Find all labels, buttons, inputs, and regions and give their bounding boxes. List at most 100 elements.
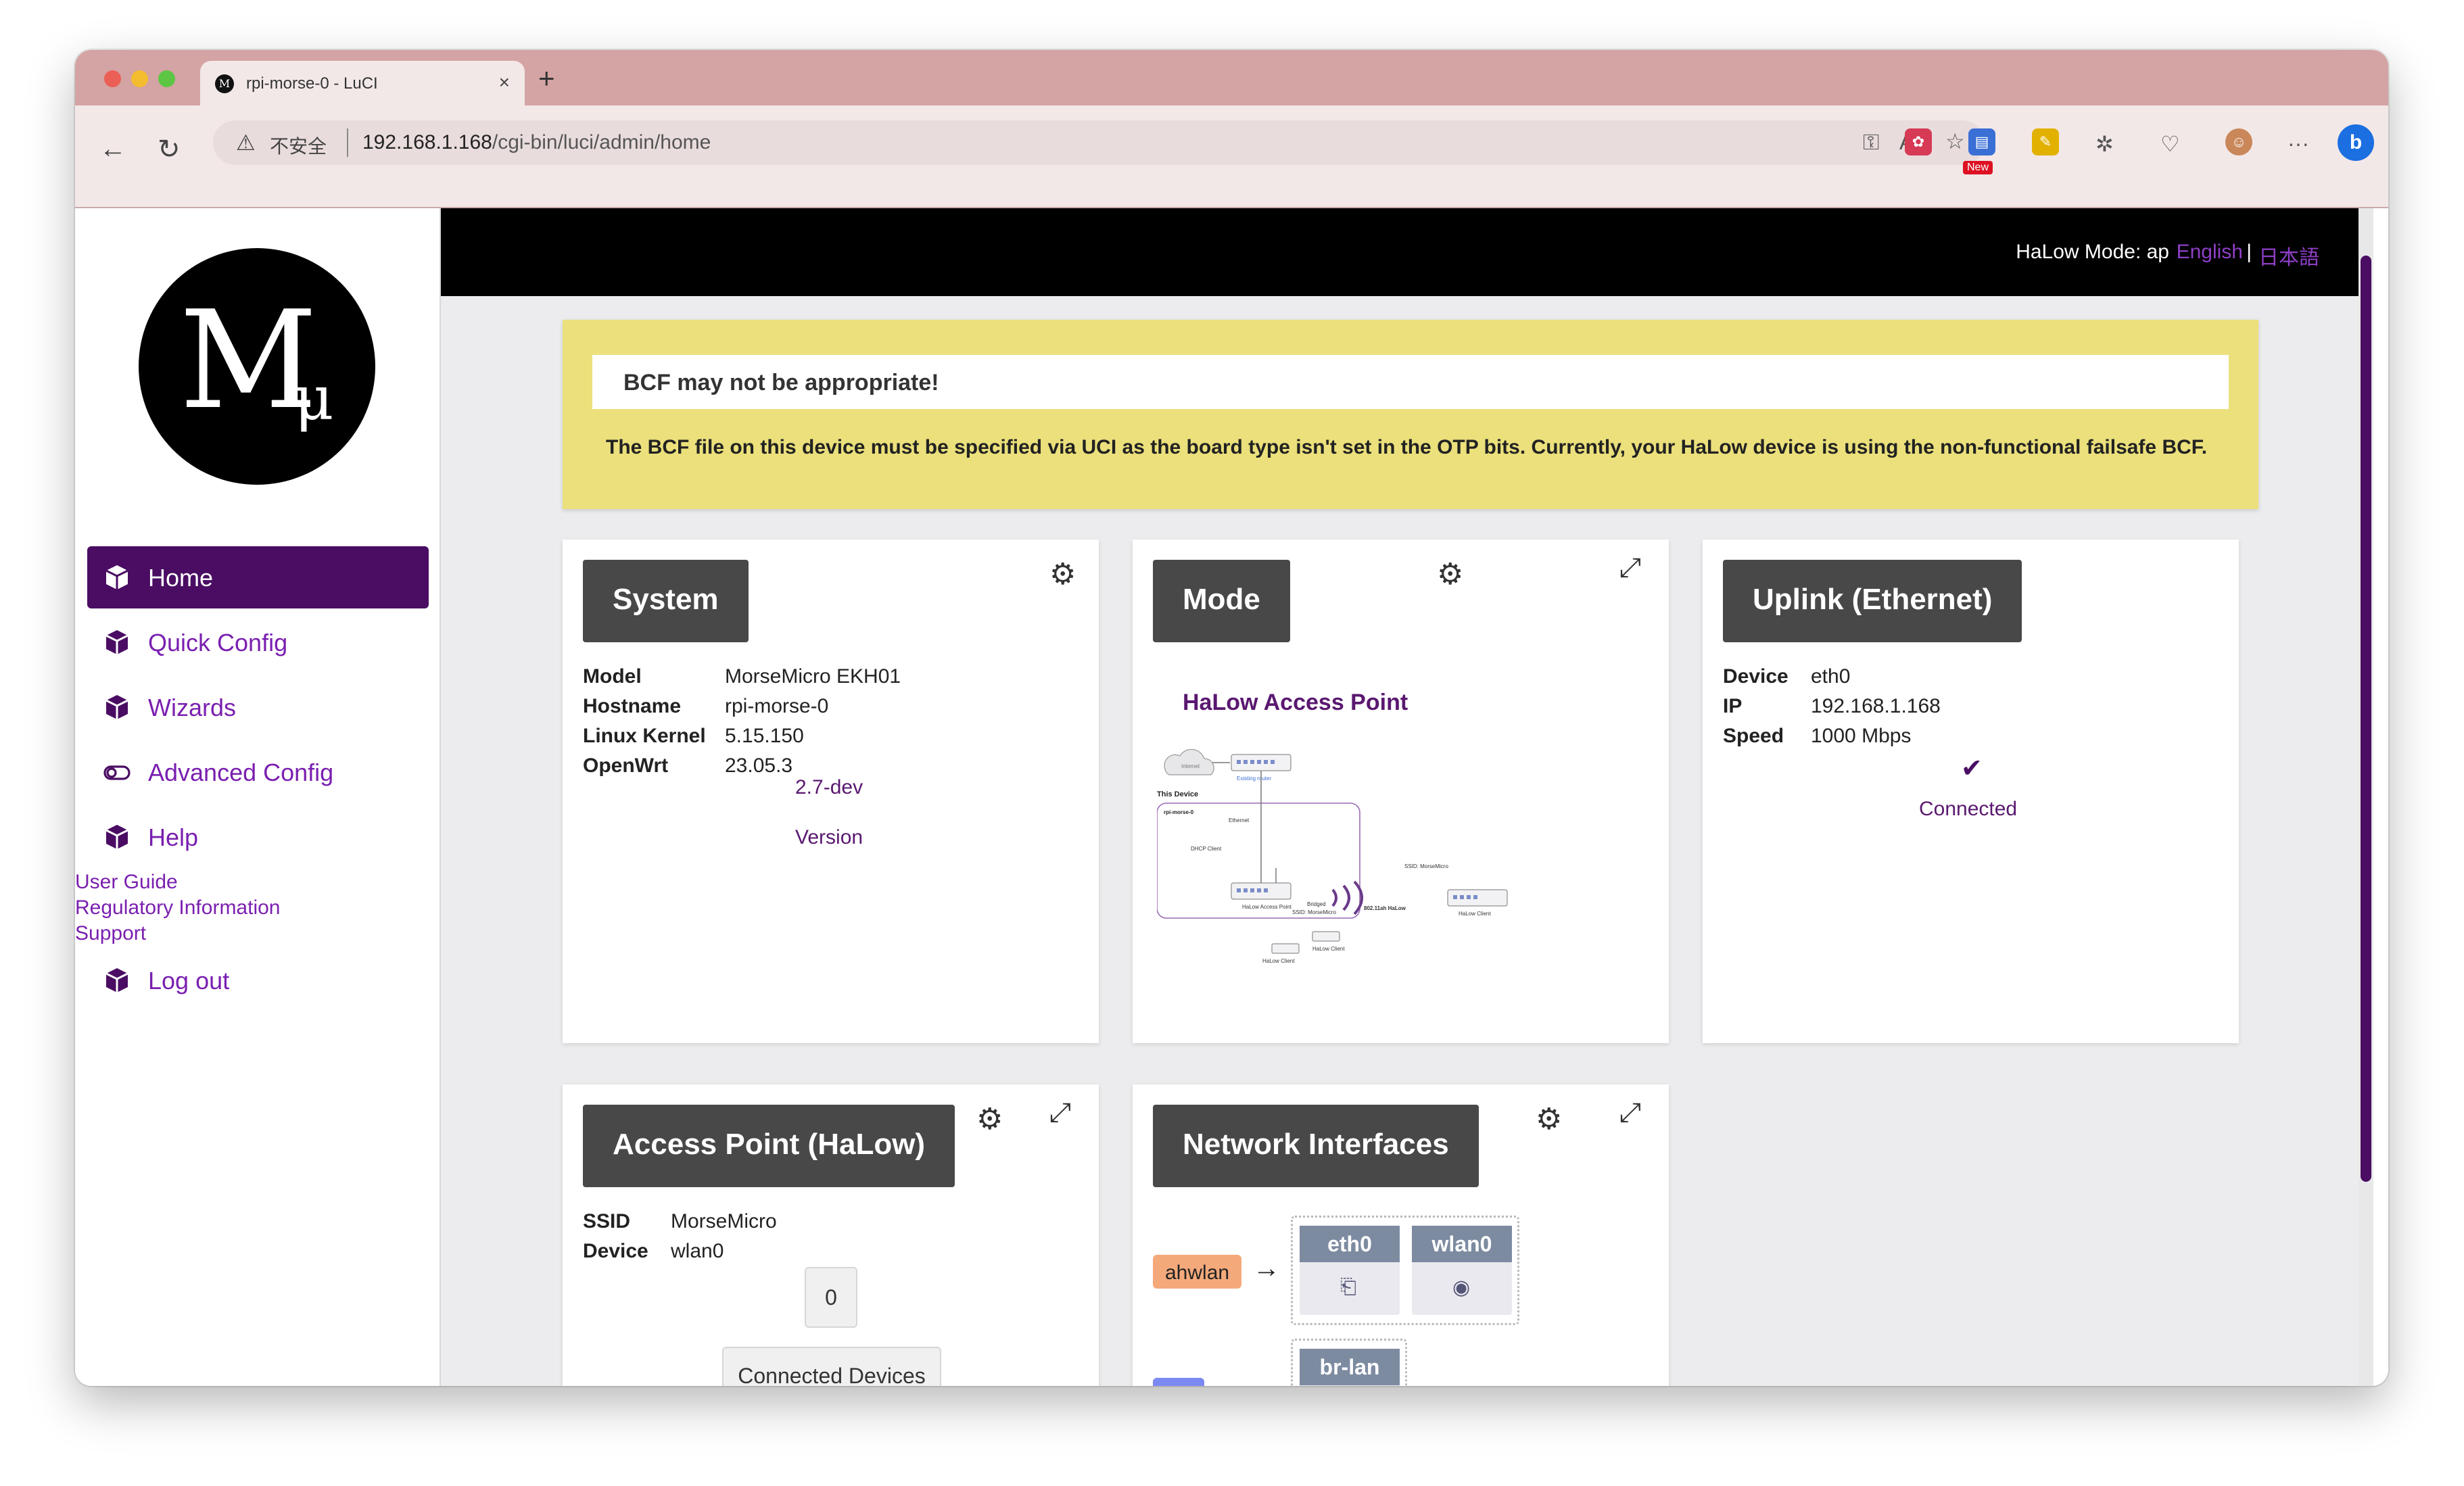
sidebar-item-quick-config[interactable]: Quick Config <box>87 611 429 673</box>
bcf-alert: BCF may not be appropriate! The BCF file… <box>563 320 2258 509</box>
interface-name: eth0 <box>1300 1226 1400 1262</box>
sidebar-item-label: Wizards <box>148 694 237 721</box>
expand-icon[interactable]: ⤢ <box>1619 553 1641 583</box>
sidebar-item-help[interactable]: Help <box>87 806 429 868</box>
uplink-speed-key: Speed <box>1723 725 1784 747</box>
zoom-window-button[interactable] <box>158 70 175 87</box>
new-badge: New <box>1963 161 1993 174</box>
tab-close-icon[interactable]: × <box>499 72 510 93</box>
close-window-button[interactable] <box>104 70 121 87</box>
system-hostname-key: Hostname <box>583 695 682 717</box>
cube-icon <box>105 630 128 654</box>
connected-devices-button[interactable]: Connected Devices <box>722 1347 941 1386</box>
tab-title: rpi-morse-0 - LuCI <box>246 74 378 93</box>
card-title: Uplink (Ethernet) <box>1723 560 2022 642</box>
wireless-icon: ◉ <box>1452 1276 1471 1299</box>
profile-avatar[interactable]: ☺ <box>2225 128 2252 155</box>
version-value: 2.7-dev <box>795 776 863 798</box>
internet-cloud-icon <box>1164 748 1214 775</box>
system-model-value: MorseMicro EKH01 <box>725 665 901 688</box>
help-link-user-guide[interactable]: User Guide <box>75 871 178 894</box>
reload-icon[interactable]: ↻ <box>158 134 181 165</box>
gear-icon[interactable]: ⚙ <box>1437 557 1463 592</box>
ap-ssid-key: SSID <box>583 1210 631 1232</box>
system-openwrt-value: 23.05.3 <box>725 754 793 777</box>
lang-english-link[interactable]: English <box>2177 241 2243 264</box>
sidebar-item-home[interactable]: Home <box>87 546 429 608</box>
extensions-puzzle-icon[interactable]: ✲ <box>2095 131 2114 157</box>
alert-title: BCF may not be appropriate! <box>592 355 2229 409</box>
favorite-star-icon[interactable]: ☆ <box>1945 128 1965 154</box>
card-title: Mode <box>1153 560 1290 642</box>
client-label: HaLow Client <box>1312 946 1345 952</box>
expand-icon[interactable]: ⤢ <box>1049 1098 1071 1128</box>
client-count: 0 <box>805 1267 857 1328</box>
client-label: HaLow Client <box>1262 958 1295 964</box>
page-content: M μ Home Quick Config Wizards Advanced C… <box>75 208 2388 1386</box>
logo-mu: μ <box>294 363 334 434</box>
gear-icon[interactable]: ⚙ <box>1536 1102 1562 1136</box>
uplink-ip-key: IP <box>1723 695 1743 717</box>
ap-device-value: wlan0 <box>671 1240 724 1262</box>
gear-icon[interactable]: ⚙ <box>1049 557 1076 592</box>
system-openwrt-key: OpenWrt <box>583 754 669 777</box>
toggle-icon <box>103 765 131 780</box>
alert-body: The BCF file on this device must be spec… <box>606 436 2208 458</box>
interface-name: br-lan <box>1300 1349 1400 1385</box>
network-interfaces-card: Network Interfaces ⚙ ⤢ ahwlan → eth0 ⎗ w… <box>1133 1084 1669 1386</box>
ethernet-label: Ethernet <box>1229 817 1250 823</box>
extension-new-icon[interactable]: ▤ <box>1968 128 1995 155</box>
back-icon[interactable]: ← <box>99 134 126 164</box>
network-tag-lan[interactable]: lan <box>1153 1378 1205 1386</box>
morse-micro-logo[interactable]: M μ <box>139 248 375 485</box>
gear-icon[interactable]: ⚙ <box>976 1102 1003 1136</box>
hostname-label: rpi-morse-0 <box>1164 809 1194 815</box>
internet-label: Internet <box>1181 763 1200 769</box>
sidebar-item-wizards[interactable]: Wizards <box>87 676 429 738</box>
sidebar-item-label: Advanced Config <box>148 759 334 786</box>
sidebar-item-label: Help <box>148 823 199 851</box>
key-icon[interactable]: ⚿ <box>1863 130 1879 155</box>
interface-br-lan[interactable]: br-lan ⎘ <box>1300 1349 1400 1386</box>
page-scrollbar[interactable] <box>2359 208 2373 1386</box>
interface-eth0[interactable]: eth0 ⎗ <box>1300 1226 1400 1315</box>
browser-toolbar: ← ↻ ⚠ 不安全 192.168.1.168/cgi-bin/luci/adm… <box>75 105 2388 208</box>
network-tag-ahwlan[interactable]: ahwlan <box>1153 1255 1242 1289</box>
uplink-device-key: Device <box>1723 665 1788 688</box>
address-bar[interactable]: ⚠ 不安全 192.168.1.168/cgi-bin/luci/admin/h… <box>213 120 1985 165</box>
system-info: Model MorseMicro EKH01 Hostname rpi-mors… <box>583 665 1056 787</box>
cube-icon <box>105 968 128 992</box>
lang-separator: | <box>2246 241 2252 263</box>
scrollbar-thumb[interactable] <box>2361 256 2371 1182</box>
system-kernel-value: 5.15.150 <box>725 725 804 747</box>
interface-wlan0[interactable]: wlan0 ◉ <box>1412 1226 1512 1315</box>
sidebar-item-label: Quick Config <box>148 629 288 656</box>
ahwlan-interface-group: eth0 ⎗ wlan0 ◉ <box>1291 1216 1519 1325</box>
sidebar-item-advanced-config[interactable]: Advanced Config <box>87 741 429 803</box>
help-link-regulatory[interactable]: Regulatory Information <box>75 896 281 919</box>
cube-icon <box>105 695 128 719</box>
mode-card: Mode ⚙ ⤢ HaLow Access Point Internet Exi… <box>1133 540 1669 1043</box>
insecure-label: 不安全 <box>270 136 327 157</box>
sidebar: M μ Home Quick Config Wizards Advanced C… <box>75 208 441 1386</box>
this-device-frame <box>1157 802 1360 919</box>
favicon-icon: M <box>215 74 234 93</box>
uplink-speed-value: 1000 Mbps <box>1811 725 1912 747</box>
help-link-support[interactable]: Support <box>75 922 146 945</box>
lang-japanese-link[interactable]: 日本語 <box>2258 241 2319 270</box>
extension-red-icon[interactable]: ✿ <box>1905 128 1932 155</box>
minimize-window-button[interactable] <box>131 70 148 87</box>
more-menu-icon[interactable]: ··· <box>2288 131 2309 156</box>
card-title: Access Point (HaLow) <box>583 1105 955 1187</box>
bing-copilot-icon[interactable]: b <box>2338 124 2374 161</box>
new-tab-button[interactable]: + <box>538 62 555 95</box>
client-device-icon <box>1312 931 1340 942</box>
address-separator <box>347 128 348 157</box>
url-host: 192.168.1.168 <box>362 131 492 153</box>
extension-yellow-icon[interactable]: ✎ <box>2032 128 2059 155</box>
tab-active[interactable]: M rpi-morse-0 - LuCI × <box>200 61 525 105</box>
health-icon[interactable]: ♡ <box>2160 131 2180 157</box>
expand-icon[interactable]: ⤢ <box>1619 1098 1641 1128</box>
sidebar-item-log-out[interactable]: Log out <box>87 949 429 1011</box>
bridged-label: Bridged <box>1307 901 1326 907</box>
